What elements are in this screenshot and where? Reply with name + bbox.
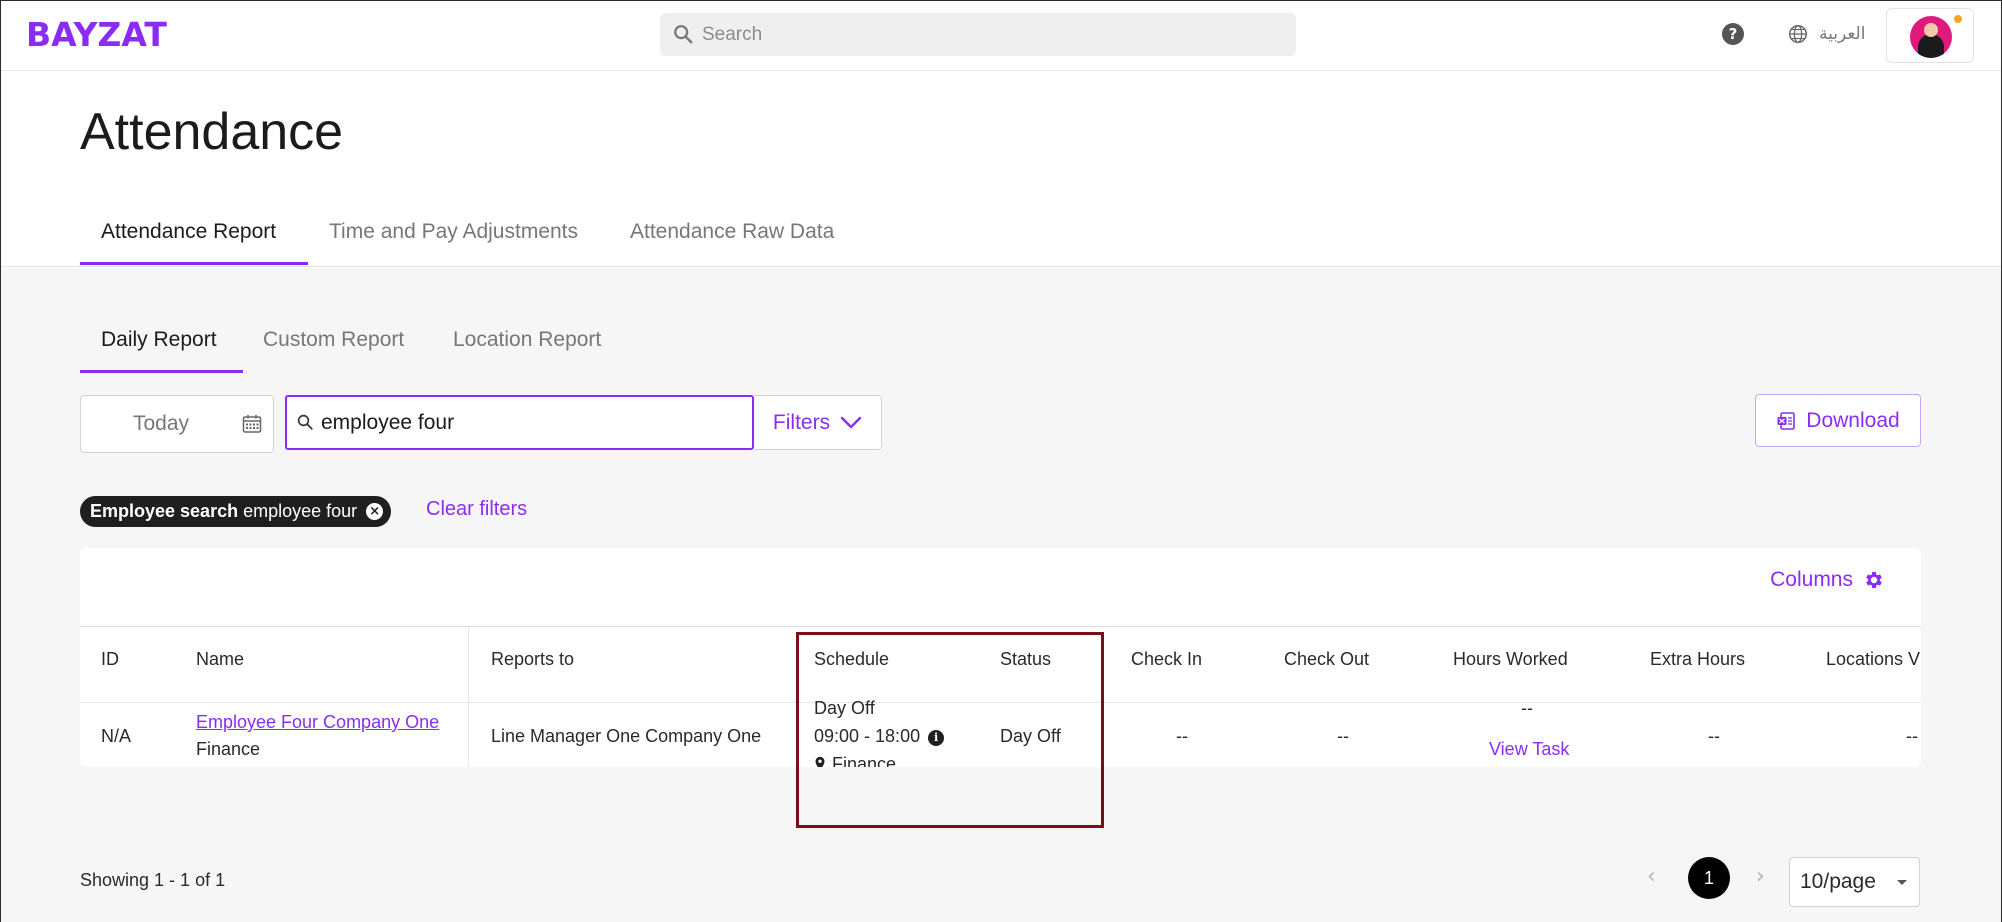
download-label: Download	[1806, 408, 1900, 432]
current-page-button[interactable]: 1	[1688, 857, 1730, 899]
header-divider	[80, 626, 1921, 627]
header-status[interactable]: Status	[1000, 649, 1051, 670]
employee-search[interactable]	[285, 395, 754, 450]
page-size-value: 10/page	[1800, 870, 1876, 893]
cell-extra-hours: --	[1708, 726, 1720, 746]
cell-schedule-location: Finance	[814, 754, 896, 767]
language-label: العربية	[1819, 24, 1866, 44]
date-picker[interactable]: Today	[80, 395, 274, 453]
cell-hours-worked: --	[1521, 698, 1533, 718]
header-extra-hours[interactable]: Extra Hours	[1650, 649, 1745, 670]
bayzat-logo[interactable]: BAYZAT	[26, 15, 167, 54]
previous-page-button[interactable]: ‹	[1647, 864, 1656, 889]
chip-key: Employee search	[90, 501, 239, 521]
header-reports-to[interactable]: Reports to	[491, 649, 574, 670]
row-divider	[80, 702, 1921, 703]
cell-status: Day Off	[1000, 726, 1061, 746]
subtab-location-report[interactable]: Location Report	[453, 328, 601, 352]
page-title: Attendance	[80, 103, 344, 161]
global-search[interactable]	[660, 13, 1296, 56]
schedule-location-text: Finance	[832, 754, 897, 767]
gear-icon	[1866, 571, 1882, 589]
tab-time-and-pay-adjustments[interactable]: Time and Pay Adjustments	[329, 220, 578, 244]
cell-reports-to: Line Manager One Company One	[491, 726, 762, 746]
header-check-in[interactable]: Check In	[1131, 649, 1202, 670]
subtab-daily-report[interactable]: Daily Report	[101, 328, 217, 352]
header-locations[interactable]: Locations V	[1826, 649, 1920, 670]
location-pin-icon	[815, 756, 825, 767]
cell-schedule-time: 09:00 - 18:00 i	[814, 726, 945, 747]
remove-filter-icon[interactable]: ×	[366, 503, 384, 520]
cell-id: N/A	[101, 726, 132, 746]
header-name[interactable]: Name	[196, 649, 244, 670]
view-task-link[interactable]: View Task	[1489, 739, 1569, 760]
results-count: Showing 1 - 1 of 1	[80, 870, 226, 890]
tab-attendance-raw-data[interactable]: Attendance Raw Data	[630, 220, 834, 244]
page-size-select[interactable]: 10/page	[1789, 857, 1920, 907]
attendance-table: Columns ID Name Reports to Schedule Stat…	[80, 548, 1921, 767]
cell-check-in: --	[1176, 726, 1188, 746]
cell-schedule-type: Day Off	[814, 698, 875, 718]
tab-attendance-report[interactable]: Attendance Report	[101, 220, 276, 244]
page-header: Attendance Attendance Report Time and Pa…	[1, 72, 2001, 267]
active-filter-chip: Employee search employee four ×	[80, 496, 392, 527]
notification-dot	[1953, 14, 1963, 24]
download-button[interactable]: Download	[1755, 394, 1921, 447]
subtab-custom-report[interactable]: Custom Report	[263, 328, 404, 352]
main-content: Daily Report Custom Report Location Repo…	[1, 268, 2001, 922]
help-icon[interactable]: ?	[1722, 23, 1744, 45]
header-check-out[interactable]: Check Out	[1284, 649, 1369, 670]
cell-check-out: --	[1337, 726, 1349, 746]
active-tab-indicator	[80, 262, 308, 265]
language-switcher[interactable]: العربية	[1787, 21, 1865, 47]
chevron-down-icon	[840, 416, 862, 428]
filters-label: Filters	[772, 410, 831, 434]
columns-button[interactable]: Columns	[1770, 568, 1885, 592]
column-divider	[468, 627, 469, 767]
employee-search-input[interactable]	[321, 397, 741, 448]
chip-value: employee four	[243, 501, 358, 521]
header-hours-worked[interactable]: Hours Worked	[1453, 649, 1568, 670]
next-page-button[interactable]: ›	[1756, 864, 1765, 889]
global-search-input[interactable]	[702, 13, 1282, 56]
user-menu[interactable]	[1886, 8, 1974, 63]
date-value: Today	[133, 412, 190, 435]
columns-label: Columns	[1770, 568, 1853, 591]
info-icon[interactable]: i	[928, 730, 945, 746]
calendar-icon	[242, 415, 262, 433]
active-subtab-indicator	[80, 370, 243, 373]
search-icon	[297, 414, 313, 430]
caret-down-icon	[1897, 880, 1907, 885]
search-icon	[674, 25, 693, 44]
employee-name-link[interactable]: Employee Four Company One	[196, 712, 439, 733]
globe-icon	[1789, 25, 1807, 43]
schedule-time-text: 09:00 - 18:00	[814, 726, 921, 746]
clear-filters-link[interactable]: Clear filters	[426, 498, 527, 521]
avatar	[1910, 16, 1952, 58]
excel-file-icon	[1777, 411, 1796, 430]
cell-locations: --	[1906, 726, 1918, 746]
top-bar: BAYZAT ? العربية	[1, 1, 2001, 71]
header-schedule[interactable]: Schedule	[814, 649, 889, 670]
header-id[interactable]: ID	[101, 649, 119, 670]
cell-department: Finance	[196, 739, 261, 759]
filters-button[interactable]: Filters	[754, 395, 882, 450]
